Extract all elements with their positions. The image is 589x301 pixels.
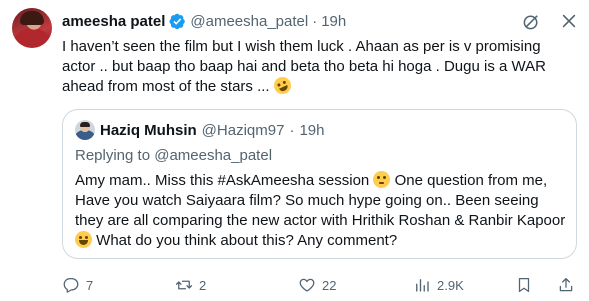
grinning-sweat-emoji-icon (75, 231, 92, 248)
share-button[interactable] (557, 275, 575, 295)
like-button[interactable]: 22 (298, 275, 336, 295)
views-chart-icon (416, 279, 429, 292)
tweet-body: I haven’t seen the film but I wish them … (62, 38, 546, 95)
share-icon (559, 277, 573, 292)
grok-icon[interactable] (521, 11, 541, 31)
author-handle[interactable]: @ameesha_patel (190, 13, 308, 30)
rofl-emoji-icon (270, 74, 294, 97)
replying-prefix: Replying to (75, 147, 155, 164)
repost-icon (175, 280, 193, 290)
views-button[interactable]: 2.9K (413, 275, 464, 295)
replying-handle[interactable]: @ameesha_patel (154, 147, 272, 164)
quote-text-part3: What do you think about this? Any commen… (92, 232, 398, 249)
like-count: 22 (322, 277, 337, 293)
pleading-emoji-icon (373, 171, 391, 188)
reply-count: 7 (86, 277, 94, 293)
quote-text-part1: Amy mam.. Miss this #AskAmeesha session (75, 172, 374, 189)
quote-header: Haziq Muhsin @Haziqm97 · 19h (75, 120, 324, 140)
quote-separator-dot: · (289, 121, 295, 139)
bookmark-button[interactable] (515, 275, 533, 295)
reply-button[interactable]: 7 (62, 275, 93, 295)
quoted-tweet[interactable]: Haziq Muhsin @Haziqm97 · 19h Replying to… (62, 109, 577, 259)
quote-text: Amy mam.. Miss this #AskAmeesha session … (75, 171, 570, 251)
views-count: 2.9K (437, 277, 464, 293)
quote-author-handle[interactable]: @Haziqm97 (202, 122, 285, 139)
heart-icon (299, 278, 315, 292)
author-name[interactable]: ameesha patel (62, 13, 165, 30)
tweet-text: I haven’t seen the film but I wish them … (62, 37, 577, 97)
avatar[interactable] (12, 8, 52, 48)
repost-count: 2 (199, 277, 207, 293)
quote-author-name[interactable]: Haziq Muhsin (100, 122, 197, 139)
top-actions (521, 11, 579, 31)
reply-icon (63, 277, 79, 293)
replying-to: Replying to @ameesha_patel (75, 147, 272, 164)
quote-timestamp[interactable]: 19h (299, 122, 324, 139)
action-bar: 7 2 22 2.9K (62, 275, 577, 295)
bookmark-icon (518, 277, 530, 293)
timestamp[interactable]: 19h (321, 13, 346, 30)
quote-avatar[interactable] (75, 120, 95, 140)
separator-dot: · (312, 12, 318, 30)
tweet-header: ameesha patel @ameesha_patel · 19h (62, 11, 346, 31)
repost-button[interactable]: 2 (175, 275, 206, 295)
close-icon[interactable] (559, 11, 579, 31)
verified-badge-icon (169, 13, 186, 30)
